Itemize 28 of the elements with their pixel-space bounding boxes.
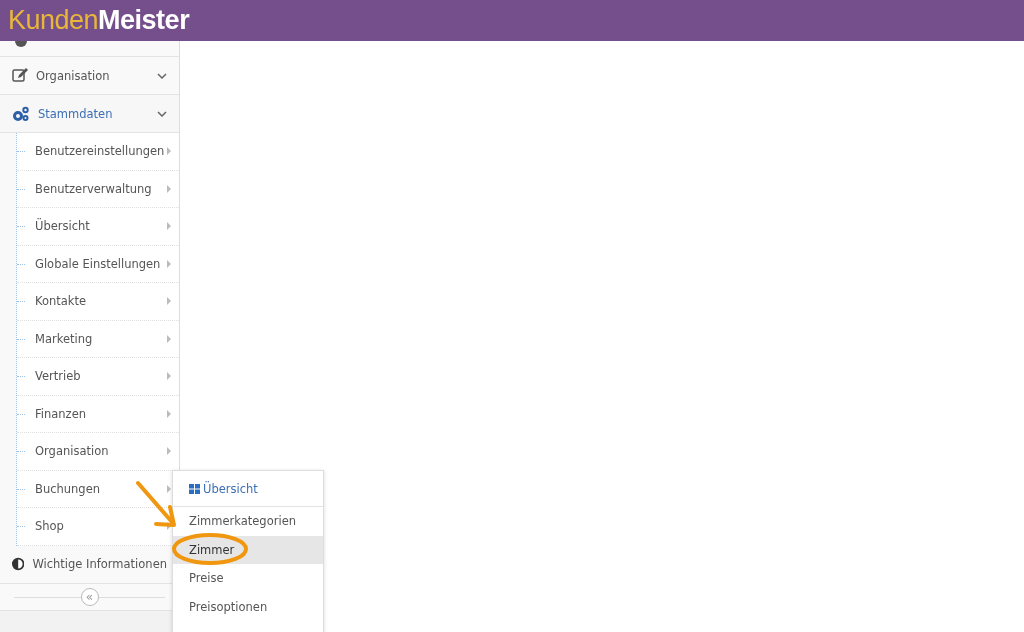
arrow-annotation bbox=[136, 481, 176, 527]
gears-icon bbox=[12, 105, 30, 122]
contrast-icon bbox=[12, 557, 25, 571]
caret-icon bbox=[167, 259, 171, 268]
submenu-item[interactable]: Globale Einstellungen bbox=[17, 245, 179, 283]
submenu-item[interactable]: Finanzen bbox=[17, 395, 179, 433]
submenu-item[interactable]: Marketing bbox=[17, 320, 179, 358]
edit-icon bbox=[12, 68, 28, 83]
submenu-item[interactable]: Benutzereinstellungen bbox=[17, 133, 179, 171]
caret-icon bbox=[167, 147, 171, 156]
caret-icon bbox=[167, 334, 171, 343]
submenu-item[interactable]: Kontakte bbox=[17, 283, 179, 321]
logo: KundenMeister bbox=[8, 5, 190, 36]
chevron-icon bbox=[157, 72, 167, 79]
caret-icon bbox=[167, 409, 171, 418]
caret-icon bbox=[167, 184, 171, 193]
grid-icon bbox=[189, 483, 200, 494]
submenu-item[interactable]: Benutzerverwaltung bbox=[17, 170, 179, 208]
caret-icon bbox=[167, 372, 171, 381]
submenu-item[interactable]: Organisation bbox=[17, 433, 179, 471]
chevron-icon bbox=[157, 110, 167, 117]
caret-icon bbox=[167, 447, 171, 456]
submenu-item[interactable]: Übersicht bbox=[17, 208, 179, 246]
caret-icon bbox=[167, 222, 171, 231]
caret-icon bbox=[167, 297, 171, 306]
submenu-item[interactable]: Vertrieb bbox=[17, 358, 179, 396]
flyout-header[interactable]: Übersicht bbox=[173, 471, 323, 507]
menu-item[interactable]: Preisoptionen bbox=[173, 592, 323, 621]
